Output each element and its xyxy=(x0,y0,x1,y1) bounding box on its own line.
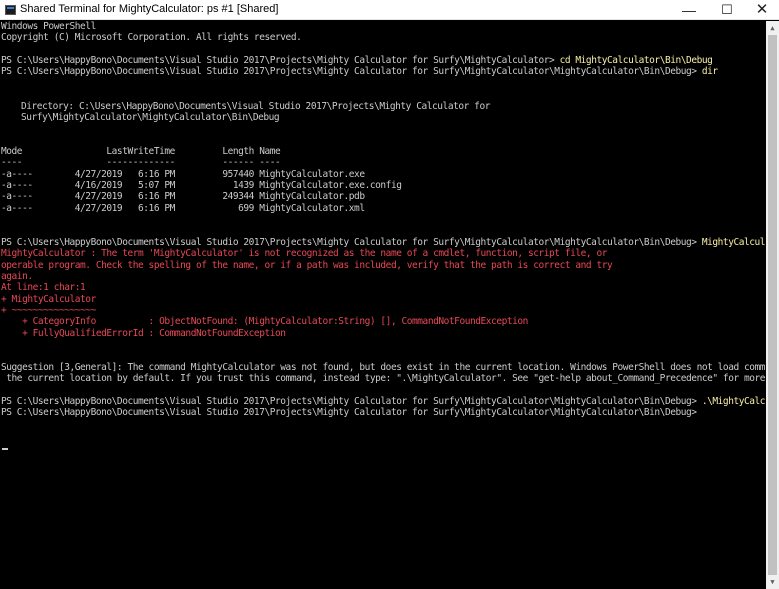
error-line: again. xyxy=(1,270,33,282)
window-title: Shared Terminal for MightyCalculator: ps… xyxy=(20,3,279,15)
prompt-text: PS C:\Users\HappyBono\Documents\Visual S… xyxy=(1,66,702,78)
error-line: + MightyCalculator xyxy=(1,293,96,305)
prompt-text: PS C:\Users\HappyBono\Documents\Visual S… xyxy=(1,236,702,248)
error-line: + ~~~~~~~~~~~~~~~~ xyxy=(1,305,96,316)
prompt-line-current: PS C:\Users\HappyBono\Documents\Visual S… xyxy=(1,407,697,419)
error-line: operable program. Check the spelling of … xyxy=(1,259,613,271)
directory-header: Directory: C:\Users\HappyBono\Documents\… xyxy=(21,100,490,112)
minimize-button[interactable]: — xyxy=(672,0,706,20)
prompt-text: PS C:\Users\HappyBono\Documents\Visual S… xyxy=(1,55,560,67)
file-row: -a---- 4/27/2019 6:16 PM 699 MightyCalcu… xyxy=(1,202,365,214)
error-line: + CategoryInfo : ObjectNotFound: (Mighty… xyxy=(1,316,528,328)
suggestion-line: Suggestion [3,General]: The command Migh… xyxy=(1,361,765,373)
prompt-line: PS C:\Users\HappyBono\Documents\Visual S… xyxy=(1,237,765,248)
command-text: cd MightyCalculator\Bin\Debug xyxy=(559,55,713,67)
command-text: .\MightyCalculator xyxy=(701,395,765,407)
prompt-line: PS C:\Users\HappyBono\Documents\Visual S… xyxy=(1,396,765,407)
command-text: MightyCalculator xyxy=(701,236,765,248)
column-underline: ---- ------------- ------ ---- xyxy=(1,157,281,169)
prompt-text: PS C:\Users\HappyBono\Documents\Visual S… xyxy=(1,395,702,407)
error-line: MightyCalculator : The term 'MightyCalcu… xyxy=(1,248,607,260)
terminal-console[interactable]: Windows PowerShell Copyright (C) Microso… xyxy=(1,21,765,589)
error-line: + FullyQualifiedErrorId : CommandNotFoun… xyxy=(1,327,286,339)
file-row: -a---- 4/16/2019 5:07 PM 1439 MightyCalc… xyxy=(1,180,402,191)
prompt-line: PS C:\Users\HappyBono\Documents\Visual S… xyxy=(1,55,713,67)
scroll-up-arrow-icon[interactable]: ▲ xyxy=(766,22,779,34)
text-cursor xyxy=(2,448,8,450)
title-bar[interactable]: Shared Terminal for MightyCalculator: ps… xyxy=(0,0,779,20)
file-row: -a---- 4/27/2019 6:16 PM 957440 MightyCa… xyxy=(1,168,365,180)
banner-copyright: Copyright (C) Microsoft Corporation. All… xyxy=(1,32,302,44)
terminal-app-icon xyxy=(5,5,16,15)
error-line: At line:1 char:1 xyxy=(1,282,86,294)
file-row: -a---- 4/27/2019 6:16 PM 249344 MightyCa… xyxy=(1,191,365,203)
scroll-down-arrow-icon[interactable]: ▼ xyxy=(766,576,779,588)
scrollbar-thumb[interactable] xyxy=(768,35,777,575)
banner-title: Windows PowerShell xyxy=(1,21,96,32)
directory-header-cont: Surfy\MightyCalculator\MightyCalculator\… xyxy=(21,111,280,123)
close-button[interactable]: ✕ xyxy=(745,0,779,20)
prompt-line: PS C:\Users\HappyBono\Documents\Visual S… xyxy=(1,66,718,77)
column-headers: Mode LastWriteTime Length Name xyxy=(1,146,281,157)
suggestion-line: the current location by default. If you … xyxy=(1,373,765,385)
maximize-button[interactable]: ☐ xyxy=(710,0,744,20)
vertical-scrollbar[interactable]: ▲ ▼ xyxy=(766,21,779,589)
command-text: dir xyxy=(701,66,718,78)
